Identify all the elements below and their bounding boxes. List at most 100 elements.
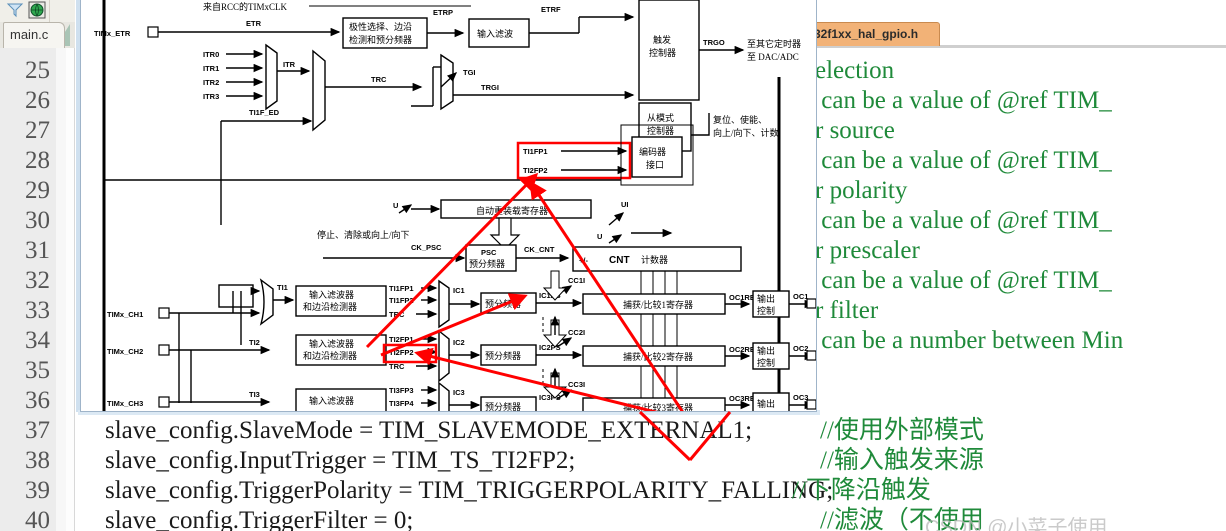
svg-text:控制器: 控制器 [649, 47, 676, 58]
gutter-margin [56, 48, 66, 531]
line-number: 36 [25, 387, 50, 414]
svg-text:捕获/比较2寄存器: 捕获/比较2寄存器 [623, 351, 693, 362]
svg-text:复位、使能、: 复位、使能、 [713, 114, 767, 125]
svg-text:ITR3: ITR3 [203, 92, 219, 101]
timer-block-diagram-overlay[interactable]: .bx{fill:#fff;stroke:#000;stroke-width:1… [80, 0, 817, 412]
svg-text:输出: 输出 [757, 345, 775, 356]
svg-text:U: U [597, 232, 602, 241]
svg-text:TRGO: TRGO [703, 38, 725, 47]
svg-text:和边沿检测器: 和边沿检测器 [303, 301, 357, 312]
line-number: 33 [25, 297, 50, 324]
svg-text:CNT: CNT [609, 255, 630, 266]
svg-text:CK_PSC: CK_PSC [411, 243, 442, 252]
line-number: 30 [25, 207, 50, 234]
svg-text:TIMx_CH1: TIMx_CH1 [107, 310, 143, 319]
code-line: can be a value of @ref TIM_ [815, 147, 1112, 174]
tab-hal-gpio-h[interactable]: 32f1xx_hal_gpio.h [808, 22, 940, 46]
svg-text:输入滤波器: 输入滤波器 [309, 395, 354, 406]
code-comment: //输入触发来源 [820, 447, 984, 474]
svg-text:TI1: TI1 [277, 283, 288, 292]
svg-text:ITR: ITR [283, 60, 296, 69]
svg-text:TIMx_CH3: TIMx_CH3 [107, 399, 143, 408]
svg-text:触发: 触发 [653, 34, 671, 45]
code-line: can be a value of @ref TIM_ [815, 267, 1112, 294]
svg-text:TI1F_ED: TI1F_ED [249, 108, 280, 117]
line-number: 31 [25, 237, 50, 264]
svg-text:极性选择、边沿: 极性选择、边沿 [349, 21, 412, 32]
svg-text:和边沿检测器: 和边沿检测器 [303, 350, 357, 361]
svg-text:接口: 接口 [646, 159, 664, 170]
line-number: 38 [25, 447, 50, 474]
svg-text:CC1I: CC1I [568, 276, 585, 285]
svg-text:自动重装载寄存器: 自动重装载寄存器 [476, 205, 548, 216]
svg-text:TIMx_CH2: TIMx_CH2 [107, 347, 143, 356]
svg-text:向上/向下、计数: 向上/向下、计数 [713, 127, 779, 138]
svg-text:OC2: OC2 [793, 344, 808, 353]
line-number: 35 [25, 357, 50, 384]
svg-text:TIMx_ETR: TIMx_ETR [94, 29, 131, 38]
svg-text:停止、清除或向上/向下: 停止、清除或向上/向下 [317, 229, 410, 240]
svg-text:OC3: OC3 [793, 393, 808, 402]
svg-text:ETRF: ETRF [541, 5, 561, 14]
svg-text:TI2: TI2 [249, 338, 260, 347]
svg-text:输入滤波器: 输入滤波器 [309, 338, 354, 349]
screenshot-root: main.c 32f1xx_hal_gpio.h 25 26 27 28 29 … [0, 0, 1226, 531]
watermark: CSDN @小菜子使用 [925, 517, 1108, 531]
code-line: r filter [815, 297, 879, 324]
svg-text:TRC: TRC [371, 75, 387, 84]
svg-text:捕获/比较1寄存器: 捕获/比较1寄存器 [623, 299, 693, 310]
svg-text:输出: 输出 [757, 293, 775, 304]
code-line: election [815, 57, 895, 84]
svg-text:编码器: 编码器 [639, 146, 666, 157]
line-number: 27 [25, 117, 50, 144]
svg-text:控制: 控制 [757, 357, 775, 368]
filter-icon[interactable] [6, 1, 24, 19]
svg-text:至 DAC/ADC: 至 DAC/ADC [747, 52, 799, 62]
svg-text:检测和预分频器: 检测和预分频器 [349, 34, 412, 45]
line-number: 25 [25, 57, 50, 84]
code-line: slave_config.InputTrigger = TIM_TS_TI2FP… [80, 447, 576, 474]
svg-text:ETRP: ETRP [433, 8, 453, 17]
svg-text:ITR1: ITR1 [203, 64, 219, 73]
svg-text:ITR2: ITR2 [203, 78, 219, 87]
line-number: 40 [25, 507, 50, 531]
svg-text:计数器: 计数器 [641, 254, 668, 265]
code-comment: //使用外部模式 [820, 417, 984, 444]
code-line: can be a value of @ref TIM_ [815, 207, 1112, 234]
svg-text:从模式: 从模式 [647, 112, 674, 123]
svg-text:TI3FP4: TI3FP4 [389, 399, 414, 408]
svg-text:IC3: IC3 [453, 388, 465, 397]
line-number: 28 [25, 147, 50, 174]
line-number-gutter: 25 26 27 28 29 30 31 32 33 34 35 36 37 3… [0, 48, 57, 531]
code-line: slave_config.TriggerPolarity = TIM_TRIGG… [80, 477, 834, 504]
svg-text:预分频器: 预分频器 [485, 350, 521, 361]
line-number: 37 [25, 417, 50, 444]
svg-text:ITR0: ITR0 [203, 50, 219, 59]
timer-block-diagram: .bx{fill:#fff;stroke:#000;stroke-width:1… [81, 0, 816, 411]
svg-text:U: U [393, 201, 398, 210]
svg-text:控制: 控制 [757, 305, 775, 316]
svg-text:至其它定时器: 至其它定时器 [747, 38, 801, 49]
svg-text:IC2: IC2 [453, 338, 465, 347]
tab-main-c[interactable]: main.c [3, 22, 65, 48]
code-line: r source [815, 117, 895, 144]
svg-text:PSC: PSC [481, 248, 497, 257]
svg-text:TI3FP3: TI3FP3 [389, 386, 414, 395]
line-number: 34 [25, 327, 50, 354]
svg-text:控制器: 控制器 [647, 125, 674, 136]
svg-text:OC1: OC1 [793, 292, 808, 301]
gutter-fold-margin[interactable] [66, 48, 75, 531]
svg-text:UI: UI [621, 200, 629, 209]
svg-text:CC3I: CC3I [568, 380, 585, 389]
line-number: 32 [25, 267, 50, 294]
code-line: r polarity [815, 177, 908, 204]
svg-text:输入滤波器: 输入滤波器 [309, 289, 354, 300]
svg-text:预分频器: 预分频器 [485, 401, 521, 412]
svg-text:TRGI: TRGI [481, 83, 499, 92]
globe-icon[interactable] [28, 1, 46, 19]
svg-text:TI1FP1: TI1FP1 [389, 284, 414, 293]
svg-text:TI3: TI3 [249, 390, 260, 399]
line-number: 39 [25, 477, 50, 504]
svg-text:来自RCC的TIMxCLK: 来自RCC的TIMxCLK [203, 1, 288, 12]
toolbar [0, 0, 75, 23]
